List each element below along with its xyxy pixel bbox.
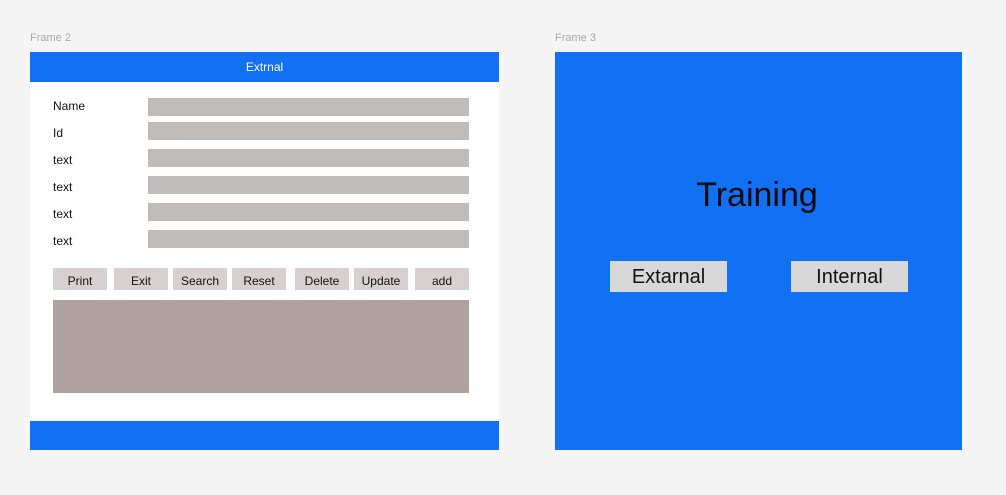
form-header-title: Extrnal	[245, 60, 284, 74]
reset-button[interactable]: Reset	[232, 268, 286, 290]
exit-button[interactable]: Exit	[114, 268, 168, 290]
training-title: Training	[696, 176, 818, 214]
text-field-1-label: text	[53, 153, 73, 167]
text-field-3-input[interactable]	[148, 203, 469, 221]
external-button[interactable]: Extarnal	[610, 261, 727, 292]
internal-button[interactable]: Internal	[791, 261, 908, 292]
name-label: Name	[53, 99, 86, 113]
text-field-3-label: text	[53, 207, 73, 221]
training-frame: Training Extarnal Internal	[555, 52, 962, 450]
form-header: Extrnal	[30, 52, 499, 82]
frame-2-label: Frame 2	[30, 32, 71, 44]
print-button[interactable]: Print	[53, 268, 107, 290]
text-field-2-label: text	[53, 180, 73, 194]
external-form-frame: Extrnal Name Id text text text text Prin…	[30, 52, 499, 450]
id-label: Id	[53, 126, 64, 140]
frame-3-label: Frame 3	[555, 32, 596, 44]
search-button[interactable]: Search	[173, 268, 227, 290]
text-field-2-input[interactable]	[148, 176, 469, 194]
form-footer	[30, 421, 499, 450]
id-input[interactable]	[148, 122, 469, 140]
update-button[interactable]: Update	[354, 268, 408, 290]
text-field-4-input[interactable]	[148, 230, 469, 248]
delete-button[interactable]: Delete	[295, 268, 349, 290]
text-field-1-input[interactable]	[148, 149, 469, 167]
results-area	[53, 300, 469, 393]
text-field-4-label: text	[53, 234, 73, 248]
name-input[interactable]	[148, 98, 469, 116]
add-button[interactable]: add	[415, 268, 469, 290]
